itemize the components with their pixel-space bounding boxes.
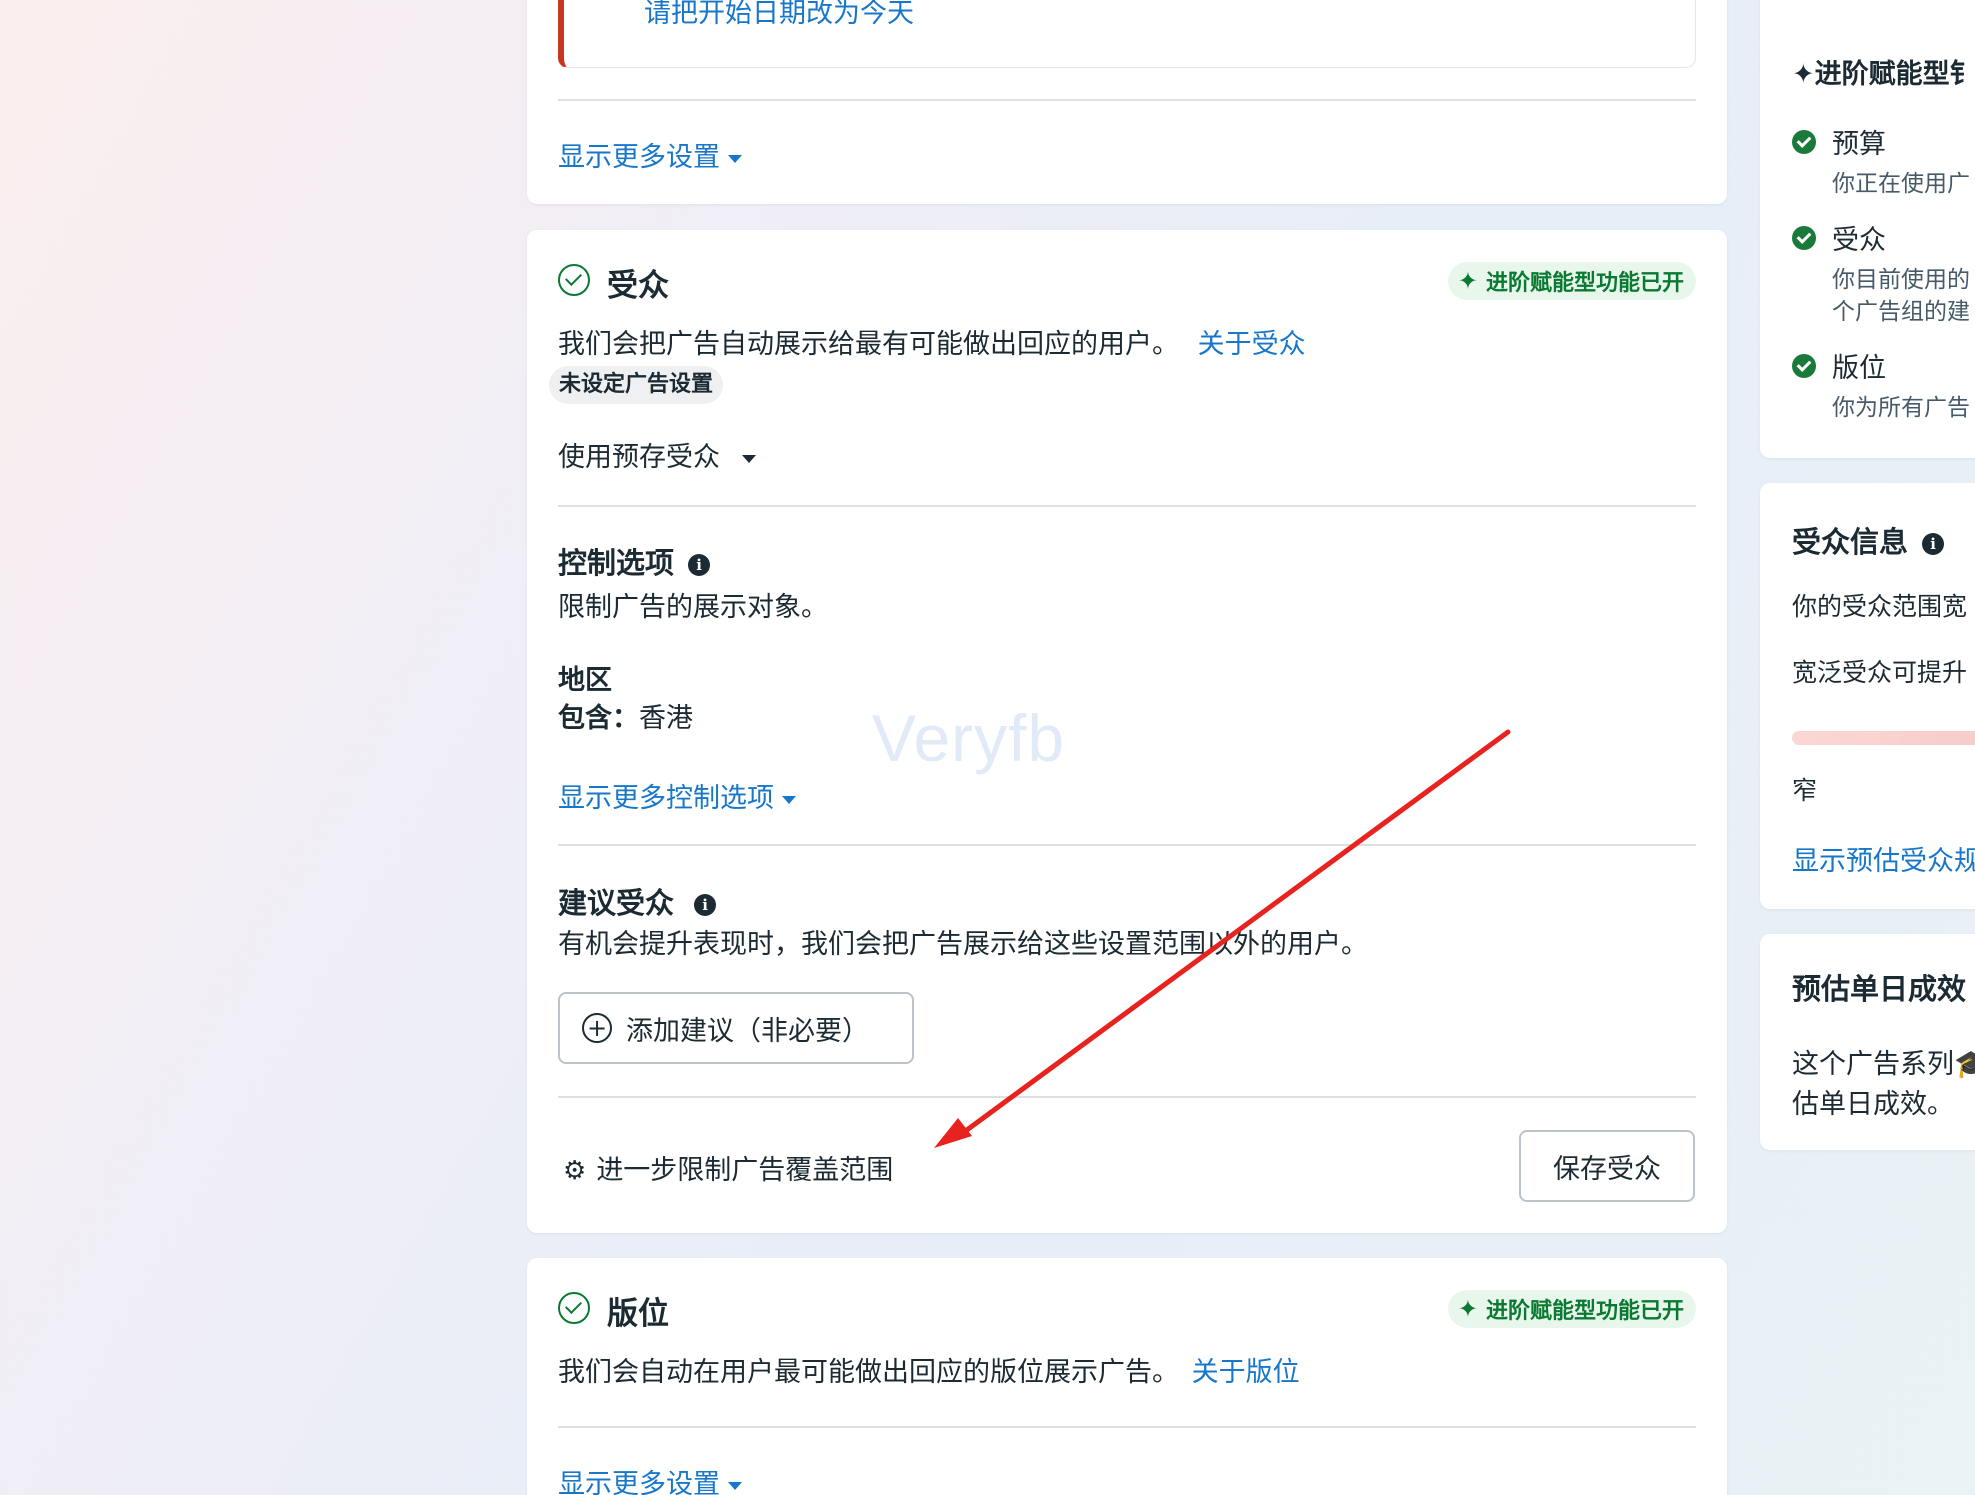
- sparkle-icon: ✦: [1792, 59, 1815, 90]
- info-icon[interactable]: i: [1922, 533, 1945, 555]
- advantage-status-badge: ✦ 进阶赋能型功能已开: [1447, 262, 1696, 300]
- audience-card: 受众 ✦ 进阶赋能型功能已开 我们会把广告自动展示给最有可能做出回应的用户。 关…: [527, 230, 1727, 1233]
- unset-settings-tag: 未设定广告设置: [549, 366, 724, 404]
- check-circle-icon: [558, 1292, 590, 1324]
- audience-info-card: 受众信息 i 你的受众范围宽 宽泛受众可提升 窄 显示预估受众规: [1760, 483, 1975, 909]
- saved-audience-dropdown[interactable]: 使用预存受众: [558, 435, 756, 474]
- section-description: 我们会把广告自动展示给最有可能做出回应的用户。 关于受众: [558, 329, 1306, 360]
- suggested-audience-title: 建议受众 i: [558, 880, 717, 922]
- meter-narrow-label: 窄: [1792, 776, 1818, 805]
- schedule-card: 请把开始日期改为今天 显示更多设置: [527, 0, 1727, 204]
- controls-description: 限制广告的展示对象。: [558, 592, 828, 623]
- sparkle-icon: ✦: [1457, 267, 1478, 295]
- daily-results-title: 预估单日成效: [1792, 972, 1967, 1006]
- show-more-settings-link[interactable]: 显示更多设置: [558, 135, 742, 174]
- show-more-settings-link[interactable]: 显示更多设置: [558, 1462, 742, 1495]
- gear-icon: ⚙: [563, 1156, 587, 1186]
- divider: [558, 844, 1696, 846]
- summary-item-title: 版位: [1832, 353, 1886, 384]
- section-description: 我们会自动在用户最可能做出回应的版位展示广告。 关于版位: [558, 1357, 1300, 1388]
- alert-box: 请把开始日期改为今天: [558, 0, 1696, 68]
- change-start-date-link[interactable]: 请把开始日期改为今天: [644, 0, 914, 30]
- summary-item-text: 你目前使用的: [1832, 267, 1970, 293]
- daily-results-card: 预估单日成效 这个广告系列🎓 估单日成效。: [1760, 934, 1975, 1150]
- advantage-status-badge: ✦ 进阶赋能型功能已开: [1447, 1290, 1696, 1328]
- check-icon: [1792, 130, 1816, 154]
- daily-results-text: 估单日成效。: [1792, 1089, 1954, 1120]
- daily-results-text: 这个广告系列🎓: [1792, 1049, 1975, 1080]
- region-include: 包含：香港: [558, 703, 693, 734]
- summary-item-title: 预算: [1832, 129, 1886, 160]
- section-title: 版位: [607, 1296, 669, 1332]
- chevron-down-icon: [728, 1481, 742, 1490]
- advantage-summary-card: ✦进阶赋能型钅 预算 你正在使用广 受众 你目前使用的 个广告组的建 版位 你为…: [1760, 0, 1975, 458]
- check-icon: [1792, 354, 1816, 378]
- info-icon[interactable]: i: [688, 554, 711, 576]
- summary-item-text: 你正在使用广: [1832, 171, 1970, 197]
- suggested-audience-description: 有机会提升表现时，我们会把广告展示给这些设置范围以外的用户。: [558, 929, 1368, 960]
- chevron-down-icon: [782, 795, 796, 804]
- summary-item-text: 你为所有广告: [1832, 395, 1970, 421]
- about-audience-link[interactable]: 关于受众: [1198, 329, 1306, 360]
- chevron-down-icon: [728, 154, 742, 163]
- divider: [558, 99, 1696, 101]
- audience-info-title: 受众信息 i: [1792, 519, 1945, 561]
- placements-card: 版位 ✦ 进阶赋能型功能已开 我们会自动在用户最可能做出回应的版位展示广告。 关…: [527, 1258, 1727, 1495]
- divider: [558, 1426, 1696, 1428]
- divider: [558, 505, 1696, 507]
- add-suggestion-button[interactable]: + 添加建议（非必要）: [558, 992, 914, 1064]
- show-more-controls-link[interactable]: 显示更多控制选项: [558, 776, 796, 815]
- sparkle-icon: ✦: [1457, 1295, 1478, 1323]
- divider: [558, 1096, 1696, 1098]
- audience-info-text: 宽泛受众可提升: [1792, 658, 1968, 687]
- watermark-logo: Veryfb: [872, 701, 1066, 775]
- save-audience-button[interactable]: 保存受众: [1519, 1130, 1695, 1202]
- show-estimated-audience-link[interactable]: 显示预估受众规: [1792, 839, 1975, 878]
- controls-title: 控制选项 i: [558, 540, 711, 582]
- check-circle-icon: [558, 264, 590, 296]
- advantage-summary-title: ✦进阶赋能型钅: [1792, 59, 1975, 90]
- info-icon[interactable]: i: [694, 894, 717, 916]
- check-icon: [1792, 226, 1816, 250]
- audience-info-text: 你的受众范围宽: [1792, 592, 1968, 621]
- chevron-down-icon: [742, 454, 756, 463]
- summary-item-title: 受众: [1832, 225, 1886, 256]
- plus-circle-icon: +: [582, 1013, 612, 1043]
- about-placements-link[interactable]: 关于版位: [1192, 1357, 1300, 1388]
- section-title: 受众: [607, 268, 669, 304]
- summary-item-text: 个广告组的建: [1832, 299, 1970, 325]
- region-label: 地区: [558, 665, 612, 696]
- audience-size-meter: [1792, 731, 1975, 745]
- further-limit-reach[interactable]: ⚙ 进一步限制广告覆盖范围: [563, 1148, 893, 1187]
